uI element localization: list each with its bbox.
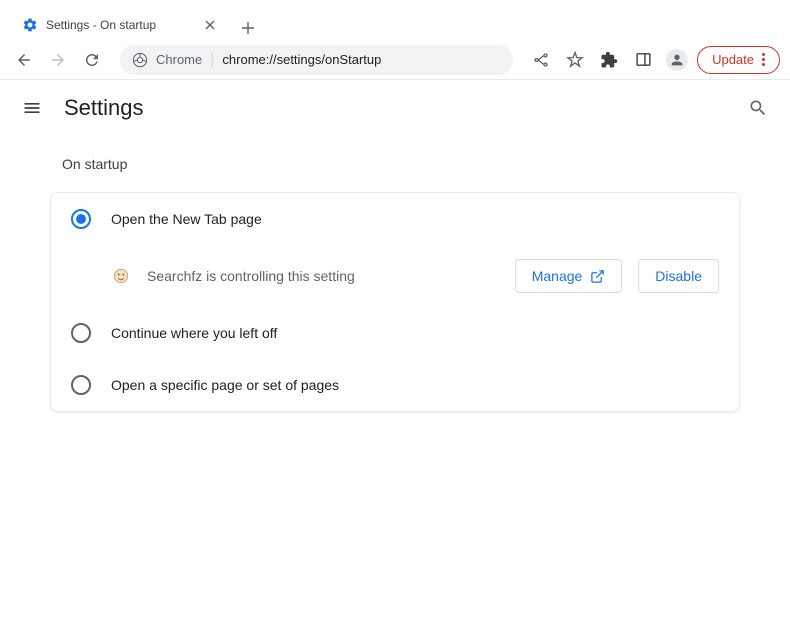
extension-notice: Searchfz is controlling this setting Man… [51, 245, 739, 307]
update-button[interactable]: Update [697, 46, 780, 74]
radio-selected-icon [71, 209, 91, 229]
option-label: Open the New Tab page [111, 211, 262, 227]
extensions-icon[interactable] [595, 46, 623, 74]
option-new-tab[interactable]: Open the New Tab page [51, 193, 739, 245]
external-link-icon [590, 269, 605, 284]
browser-tab[interactable]: Settings - On startup [10, 8, 230, 42]
radio-unselected-icon [71, 375, 91, 395]
disable-label: Disable [655, 268, 702, 284]
tab-title: Settings - On startup [46, 18, 194, 32]
disable-button[interactable]: Disable [638, 259, 719, 293]
bookmark-star-icon[interactable] [561, 46, 589, 74]
back-button[interactable] [10, 46, 38, 74]
radio-unselected-icon [71, 323, 91, 343]
update-label: Update [712, 52, 754, 67]
profile-avatar[interactable] [663, 46, 691, 74]
new-tab-button[interactable] [234, 14, 262, 42]
omnibox-url: chrome://settings/onStartup [222, 52, 381, 67]
manage-label: Manage [532, 268, 583, 284]
chrome-icon [132, 52, 148, 68]
share-icon[interactable] [527, 46, 555, 74]
omnibox-prefix: Chrome [156, 52, 202, 67]
address-bar[interactable]: Chrome | chrome://settings/onStartup [120, 45, 513, 75]
option-label: Open a specific page or set of pages [111, 377, 339, 393]
menu-dots-icon [762, 53, 765, 66]
option-label: Continue where you left off [111, 325, 277, 341]
menu-icon[interactable] [20, 96, 44, 120]
browser-toolbar: Chrome | chrome://settings/onStartup Upd… [0, 40, 790, 80]
startup-options-card: Open the New Tab page Searchfz is contro… [50, 192, 740, 412]
page-title: Settings [64, 95, 144, 121]
manage-button[interactable]: Manage [515, 259, 623, 293]
gear-icon [22, 17, 38, 33]
option-specific-pages[interactable]: Open a specific page or set of pages [51, 359, 739, 411]
close-tab-icon[interactable] [202, 17, 218, 33]
settings-header: Settings [0, 80, 790, 136]
side-panel-icon[interactable] [629, 46, 657, 74]
forward-button[interactable] [44, 46, 72, 74]
extension-message: Searchfz is controlling this setting [147, 268, 499, 284]
reload-button[interactable] [78, 46, 106, 74]
extension-favicon [111, 266, 131, 286]
option-continue[interactable]: Continue where you left off [51, 307, 739, 359]
search-icon[interactable] [746, 96, 770, 120]
section-title: On startup [62, 156, 740, 172]
